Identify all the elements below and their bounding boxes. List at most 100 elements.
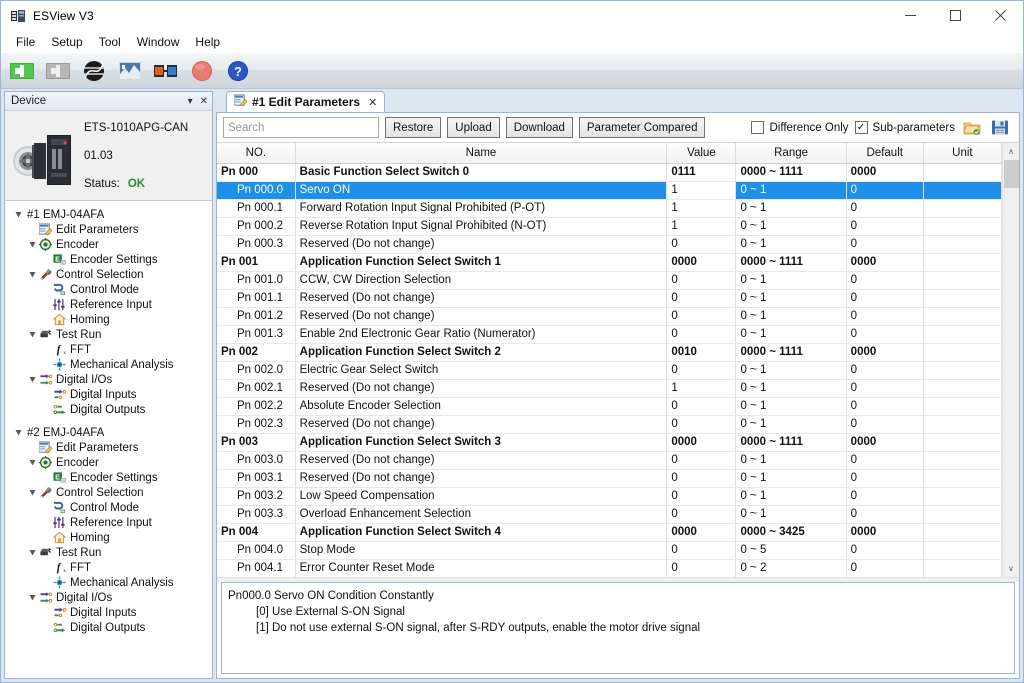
- sub-parameters-checkbox[interactable]: ✓ Sub-parameters: [854, 121, 955, 134]
- table-row[interactable]: Pn 000 Basic Function Select Switch 0 0111…: [217, 163, 1002, 182]
- table-row[interactable]: Pn 004 Application Function Select Switch…: [217, 523, 1002, 542]
- scope-icon[interactable]: [79, 56, 109, 86]
- cell-value[interactable]: 1: [666, 379, 737, 398]
- tree-item-test-run[interactable]: Test Run: [5, 327, 212, 342]
- cell-value[interactable]: 0: [666, 235, 737, 254]
- tree-item-digital-inputs[interactable]: Digital Inputs: [5, 387, 212, 402]
- tree-item-homing[interactable]: Homing: [5, 312, 212, 327]
- table-row[interactable]: Pn 000.2 Reverse Rotation Input Signal Pr…: [217, 217, 1002, 236]
- tree-item-encoder[interactable]: Encoder: [5, 237, 212, 252]
- cell-value[interactable]: 0: [666, 415, 737, 434]
- expand-arrow-icon[interactable]: [27, 239, 38, 250]
- tree-item-digital-i-os[interactable]: Digital I/Os: [5, 372, 212, 387]
- stop-icon[interactable]: [187, 56, 217, 86]
- search-input[interactable]: [228, 121, 374, 134]
- cell-value[interactable]: 0: [666, 487, 737, 506]
- cell-value[interactable]: 1: [666, 217, 737, 236]
- expand-arrow-icon[interactable]: [27, 547, 38, 558]
- close-icon[interactable]: ✕: [200, 96, 208, 107]
- cell-value[interactable]: 0: [666, 505, 737, 524]
- column-header-unit[interactable]: Unit: [923, 143, 1002, 164]
- restore-button[interactable]: Restore: [385, 117, 442, 138]
- cell-value[interactable]: 0000: [666, 433, 737, 452]
- cell-value[interactable]: 0: [666, 325, 737, 344]
- cell-value[interactable]: 0010: [666, 343, 737, 362]
- cell-value[interactable]: 0000: [666, 253, 737, 272]
- menu-item-tool[interactable]: Tool: [91, 33, 129, 51]
- column-header-value[interactable]: Value: [666, 143, 737, 164]
- cell-value[interactable]: 0: [666, 559, 737, 577]
- cell-value[interactable]: 0: [666, 289, 737, 308]
- table-row[interactable]: Pn 001.3 Enable 2nd Electronic Gear Ratio…: [217, 325, 1002, 344]
- tree-item-test-run[interactable]: Test Run: [5, 545, 212, 560]
- tree-item-reference-input[interactable]: Reference Input: [5, 297, 212, 312]
- table-row[interactable]: Pn 002.2 Absolute Encoder Selection 0 0 ~ 1…: [217, 397, 1002, 416]
- upload-button[interactable]: Upload: [447, 117, 500, 138]
- difference-only-checkbox[interactable]: Difference Only: [751, 121, 849, 134]
- table-row[interactable]: Pn 003.3 Overload Enhancement Selection 0 0…: [217, 505, 1002, 524]
- expand-arrow-icon[interactable]: [27, 487, 38, 498]
- disconnect-icon[interactable]: [43, 56, 73, 86]
- save-icon[interactable]: [989, 117, 1011, 139]
- tree-item-control-mode[interactable]: Control Mode: [5, 282, 212, 297]
- tree-item-digital-outputs[interactable]: Digital Outputs: [5, 620, 212, 635]
- menu-item-file[interactable]: File: [8, 33, 43, 51]
- tab-edit-parameters[interactable]: #1 Edit Parameters ✕: [226, 91, 386, 112]
- table-row[interactable]: Pn 001.1 Reserved (Do not change) 0 0 ~ 10: [217, 289, 1002, 308]
- tree-item-1-emj-04afa[interactable]: #1 EMJ-04AFA: [5, 207, 212, 222]
- search-box[interactable]: [223, 117, 379, 138]
- wave-icon[interactable]: [115, 56, 145, 86]
- tree-item-digital-inputs[interactable]: Digital Inputs: [5, 605, 212, 620]
- scroll-up-arrow[interactable]: ∧: [1002, 143, 1019, 160]
- table-row[interactable]: Pn 001.0 CCW, CW Direction Selection 0 0 ~ …: [217, 271, 1002, 290]
- cell-value[interactable]: 0111: [666, 163, 737, 182]
- cell-value[interactable]: 0: [666, 307, 737, 326]
- table-row[interactable]: Pn 004.0 Stop Mode 0 0 ~ 50: [217, 541, 1002, 560]
- expand-arrow-icon[interactable]: [13, 427, 24, 438]
- tree-item-encoder-settings[interactable]: E Encoder Settings: [5, 470, 212, 485]
- expand-arrow-icon[interactable]: [27, 269, 38, 280]
- table-row[interactable]: Pn 002 Application Function Select Switch…: [217, 343, 1002, 362]
- open-folder-icon[interactable]: [961, 117, 983, 139]
- tree-item-control-selection[interactable]: Control Selection: [5, 267, 212, 282]
- difference-only-checkbox-box[interactable]: [751, 121, 765, 134]
- table-row[interactable]: Pn 003.1 Reserved (Do not change) 0 0 ~ 10: [217, 469, 1002, 488]
- cell-value[interactable]: 0: [666, 451, 737, 470]
- table-row[interactable]: Pn 002.1 Reserved (Do not change) 1 0 ~ 10: [217, 379, 1002, 398]
- scroll-down-arrow[interactable]: ∨: [1002, 560, 1019, 577]
- tree-item-fft[interactable]: f x FFT: [5, 342, 212, 357]
- table-row[interactable]: Pn 002.3 Reserved (Do not change) 0 0 ~ 10: [217, 415, 1002, 434]
- column-header-default[interactable]: Default: [846, 143, 924, 164]
- table-row[interactable]: Pn 003 Application Function Select Switch…: [217, 433, 1002, 452]
- close-button[interactable]: [978, 1, 1023, 31]
- column-header-range[interactable]: Range: [735, 143, 847, 164]
- tree-item-digital-i-os[interactable]: Digital I/Os: [5, 590, 212, 605]
- cell-value[interactable]: 1: [666, 199, 737, 218]
- column-header-name[interactable]: Name: [295, 143, 668, 164]
- tree-item-edit-parameters[interactable]: Edit Parameters: [5, 440, 212, 455]
- table-row[interactable]: Pn 001 Application Function Select Switch…: [217, 253, 1002, 272]
- tree-item-control-mode[interactable]: Control Mode: [5, 500, 212, 515]
- tree-item-fft[interactable]: f x FFT: [5, 560, 212, 575]
- cell-value[interactable]: 0: [666, 361, 737, 380]
- scroll-thumb[interactable]: [1004, 160, 1019, 188]
- chevron-down-icon[interactable]: ▾: [188, 96, 193, 107]
- tree-item-mechanical-analysis[interactable]: Mechanical Analysis: [5, 575, 212, 590]
- menu-item-help[interactable]: Help: [187, 33, 228, 51]
- table-row[interactable]: Pn 002.0 Electric Gear Select Switch 0 0 ~ …: [217, 361, 1002, 380]
- table-row[interactable]: Pn 003.2 Low Speed Compensation 0 0 ~ 10: [217, 487, 1002, 506]
- sub-parameters-checkbox-box[interactable]: ✓: [854, 121, 868, 134]
- download-button[interactable]: Download: [505, 117, 573, 138]
- cell-value[interactable]: 0: [666, 397, 737, 416]
- expand-arrow-icon[interactable]: [13, 209, 24, 220]
- tree-item-edit-parameters[interactable]: Edit Parameters: [5, 222, 212, 237]
- table-row[interactable]: Pn 000.1 Forward Rotation Input Signal Pr…: [217, 199, 1002, 218]
- table-row[interactable]: Pn 004.1 Error Counter Reset Mode 0 0 ~ 20: [217, 559, 1002, 577]
- tab-close-icon[interactable]: ✕: [368, 96, 377, 109]
- cell-value[interactable]: 0: [666, 271, 737, 290]
- link-icon[interactable]: [151, 56, 181, 86]
- tree-item-digital-outputs[interactable]: Digital Outputs: [5, 402, 212, 417]
- cell-value[interactable]: 0: [666, 541, 737, 560]
- menu-item-setup[interactable]: Setup: [43, 33, 90, 51]
- connect-icon[interactable]: [7, 56, 37, 86]
